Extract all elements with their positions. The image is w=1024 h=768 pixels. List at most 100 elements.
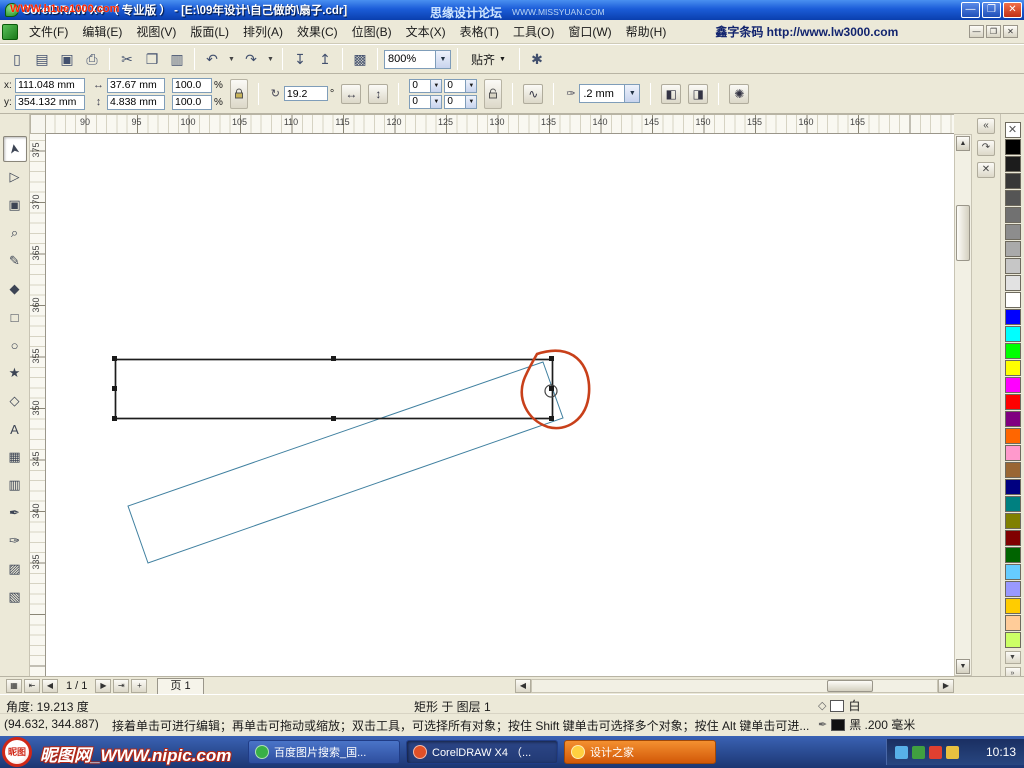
tray-icon[interactable] [895, 746, 908, 759]
color-swatch[interactable] [1005, 207, 1021, 223]
rotation-angle-input[interactable] [284, 86, 328, 101]
zoom-dropdown-icon[interactable]: ▼ [435, 51, 450, 68]
color-swatch[interactable] [1005, 309, 1021, 325]
color-swatch[interactable] [1005, 479, 1021, 495]
menu-item[interactable]: 文件(F) [22, 21, 75, 42]
color-swatch[interactable] [1005, 343, 1021, 359]
zoom-level-input[interactable] [385, 51, 435, 68]
last-page-button[interactable]: ⇥ [113, 679, 129, 693]
color-swatch[interactable] [1005, 547, 1021, 563]
teardrop-shape[interactable] [522, 351, 589, 428]
ellipse-tool[interactable]: ○ [3, 332, 27, 358]
x-position-input[interactable] [15, 78, 85, 93]
color-swatch[interactable] [1005, 462, 1021, 478]
vertical-scrollbar[interactable]: ▲ ▼ [954, 134, 972, 676]
menu-item[interactable]: 位图(B) [345, 21, 399, 42]
scale-lock-button[interactable] [230, 79, 248, 109]
doc-minimize-button[interactable]: — [969, 25, 984, 38]
color-swatch[interactable] [1005, 241, 1021, 257]
page-sorter-button[interactable]: ▦ [6, 679, 22, 693]
restore-button[interactable]: ❐ [982, 2, 1001, 18]
corner-tl-spinner[interactable]: ▼ [430, 80, 441, 92]
outline-width-dropdown-icon[interactable]: ▼ [624, 85, 639, 102]
color-swatch[interactable] [1005, 326, 1021, 342]
menu-item[interactable]: 版面(L) [183, 21, 236, 42]
vertical-scroll-thumb[interactable] [956, 205, 970, 261]
scale-y-input[interactable] [172, 95, 212, 110]
color-swatch[interactable] [1005, 139, 1021, 155]
add-page-button[interactable]: + [131, 679, 147, 693]
color-swatch[interactable] [1005, 632, 1021, 648]
taskbar-button[interactable]: 设计之家 [564, 740, 716, 764]
menu-item[interactable]: 编辑(E) [75, 21, 129, 42]
color-swatch[interactable] [1005, 360, 1021, 376]
smart-fill-tool[interactable]: ◆ [3, 276, 27, 302]
color-swatch[interactable] [1005, 377, 1021, 393]
selection-handles[interactable] [112, 356, 554, 421]
basic-shapes-tool[interactable]: ◇ [3, 388, 27, 414]
previous-page-button[interactable]: ◀ [42, 679, 58, 693]
color-swatch[interactable] [1005, 411, 1021, 427]
save-button[interactable]: ▣ [56, 48, 78, 70]
no-color-swatch[interactable] [1005, 122, 1021, 138]
zoom-level-combo[interactable]: ▼ [384, 50, 451, 69]
rotated-outline[interactable] [128, 362, 563, 563]
color-swatch[interactable] [1005, 156, 1021, 172]
outline-width-combo[interactable]: ▼ [579, 84, 640, 103]
freehand-tool[interactable]: ✎ [3, 248, 27, 274]
menu-item[interactable]: 排列(A) [236, 21, 290, 42]
pick-tool[interactable]: ➤ [3, 136, 27, 162]
menu-item[interactable]: 效果(C) [290, 21, 345, 42]
outline-width-input[interactable] [580, 85, 624, 102]
scroll-up-arrow[interactable]: ▲ [956, 136, 970, 151]
redo-button[interactable]: ↷ [240, 48, 262, 70]
menu-item[interactable]: 工具(O) [506, 21, 561, 42]
text-tool[interactable]: A [3, 416, 27, 442]
polygon-tool[interactable]: ★ [3, 360, 27, 386]
table-tool[interactable]: ▦ [3, 444, 27, 470]
color-swatch[interactable] [1005, 445, 1021, 461]
menu-item[interactable]: 文本(X) [399, 21, 453, 42]
collapse-dockers-button[interactable]: « [977, 118, 995, 134]
taskbar-button[interactable]: CorelDRAW X4 （... [406, 740, 558, 764]
tray-icon[interactable] [912, 746, 925, 759]
outline-pen-tool[interactable]: ✑ [3, 528, 27, 554]
color-swatch[interactable] [1005, 615, 1021, 631]
undo-dropdown[interactable]: ▼ [226, 48, 237, 70]
wrap-text-button[interactable]: ◧ [661, 84, 681, 104]
fill-tool[interactable]: ▨ [3, 556, 27, 582]
object-height-input[interactable] [107, 95, 165, 110]
horizontal-ruler[interactable]: 9095100105110115120125130135140145150155… [46, 114, 954, 134]
color-swatch[interactable] [1005, 394, 1021, 410]
selected-rectangle[interactable] [116, 360, 553, 419]
interactive-blend-tool[interactable]: ▥ [3, 472, 27, 498]
color-swatch[interactable] [1005, 564, 1021, 580]
convert-to-curves-button[interactable]: ∿ [523, 84, 543, 104]
color-swatch[interactable] [1005, 224, 1021, 240]
corner-bl-input[interactable] [410, 96, 430, 108]
application-launcher-button[interactable]: ▩ [349, 48, 371, 70]
interactive-fill-tool[interactable]: ▧ [3, 584, 27, 610]
menu-item[interactable]: 表格(T) [453, 21, 506, 42]
doc-close-button[interactable]: ✕ [1003, 25, 1018, 38]
next-page-button[interactable]: ▶ [95, 679, 111, 693]
scroll-right-arrow[interactable]: ▶ [938, 679, 954, 693]
menu-item[interactable]: 视图(V) [129, 21, 183, 42]
object-properties-button[interactable]: ✺ [729, 84, 749, 104]
mirror-vertical-button[interactable]: ↕ [368, 84, 388, 104]
zoom-tool[interactable]: ⌕ [3, 220, 27, 246]
rectangle-tool[interactable]: □ [3, 304, 27, 330]
color-swatch[interactable] [1005, 428, 1021, 444]
corner-tr-input[interactable] [445, 80, 465, 92]
object-width-input[interactable] [107, 78, 165, 93]
color-swatch[interactable] [1005, 496, 1021, 512]
corner-bl-spinner[interactable]: ▼ [430, 96, 441, 108]
redo-dropdown[interactable]: ▼ [265, 48, 276, 70]
paste-button[interactable]: ▥ [166, 48, 188, 70]
export-button[interactable]: ↥ [314, 48, 336, 70]
mirror-horizontal-button[interactable]: ↔ [341, 84, 361, 104]
cut-button[interactable]: ✂ [116, 48, 138, 70]
color-swatch[interactable] [1005, 190, 1021, 206]
corner-tr-spinner[interactable]: ▼ [465, 80, 476, 92]
print-button[interactable]: ⎙ [81, 48, 103, 70]
